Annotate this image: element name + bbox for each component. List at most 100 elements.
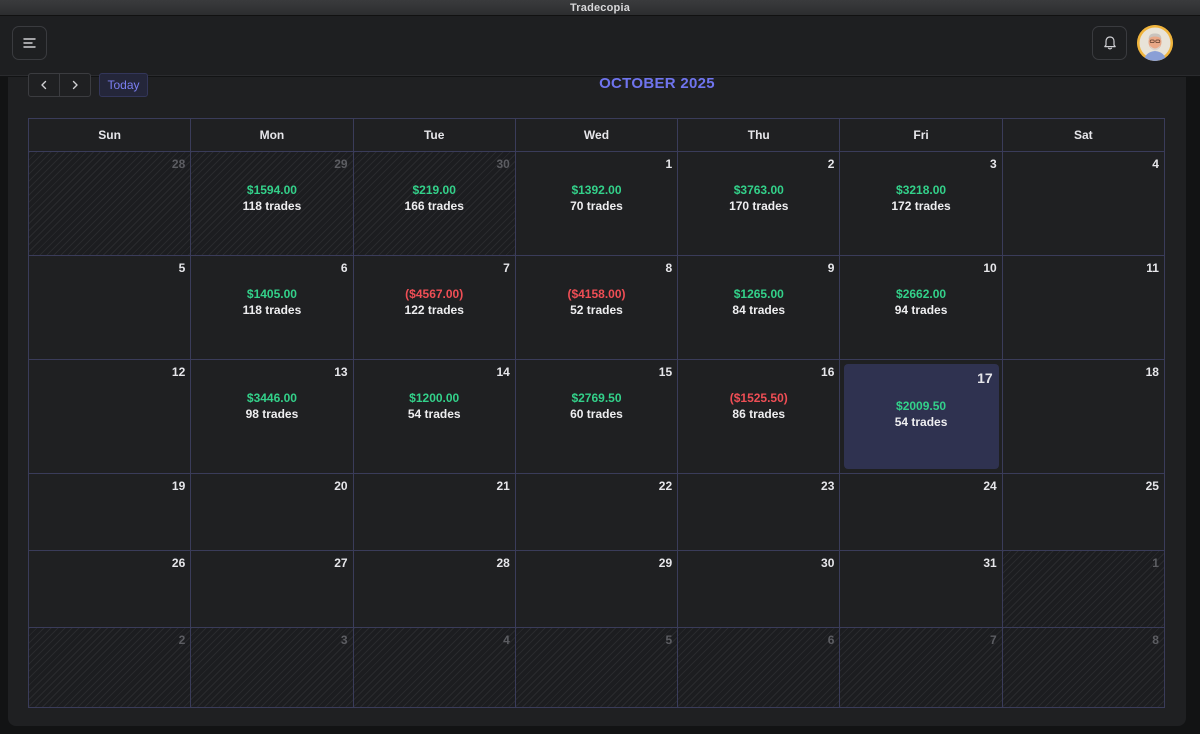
- day-number: 26: [171, 556, 186, 570]
- calendar-day[interactable]: 20: [190, 474, 353, 550]
- day-trade-count: 70 trades: [570, 199, 623, 213]
- calendar-week-row: 19 20 21 22 23 24 25: [29, 474, 1164, 551]
- day-trade-count: 84 trades: [732, 303, 786, 317]
- calendar-day[interactable]: 25: [1001, 474, 1164, 550]
- calendar-day-outside-month[interactable]: 4: [352, 628, 515, 707]
- month-title: OCTOBER 2025: [599, 75, 715, 92]
- day-number: 6: [340, 261, 348, 275]
- day-trade-count: 118 trades: [242, 199, 302, 213]
- day-trade-count: 54 trades: [407, 407, 461, 421]
- calendar-day[interactable]: 30: [677, 551, 840, 627]
- weekday-header-wed: Wed: [514, 119, 677, 151]
- calendar-day-outside-month[interactable]: 6: [677, 628, 840, 707]
- calendar-day[interactable]: 22: [514, 474, 678, 550]
- day-pnl: $3763.00: [733, 183, 784, 197]
- calendar-day[interactable]: 8 ($4158.00) 52 trades: [514, 256, 678, 359]
- day-number: 5: [178, 261, 186, 275]
- day-number: 31: [983, 556, 997, 570]
- today-button[interactable]: Today: [99, 73, 148, 97]
- day-number: 30: [496, 157, 510, 171]
- day-trade-count: 94 trades: [894, 303, 948, 317]
- calendar-day[interactable]: 5: [29, 256, 191, 359]
- calendar-day[interactable]: 15 $2769.50 60 trades: [514, 360, 678, 473]
- day-number: 3: [990, 157, 997, 171]
- day-number: 18: [1145, 365, 1159, 379]
- calendar-day-outside-month[interactable]: 3: [190, 628, 353, 707]
- calendar-day-outside-month[interactable]: 28: [29, 152, 191, 255]
- day-pnl: $1265.00: [733, 287, 784, 301]
- calendar-day[interactable]: 31: [839, 551, 1002, 627]
- calendar-week-row: 5 6 $1405.00 118 trades 7 ($4567.00) 122 trade…: [29, 256, 1164, 360]
- day-pnl: $2662.00: [896, 287, 947, 301]
- calendar-day[interactable]: 24: [839, 474, 1002, 550]
- user-avatar[interactable]: [1137, 25, 1173, 61]
- calendar-day[interactable]: 13 $3446.00 98 trades: [190, 360, 353, 473]
- calendar-day[interactable]: 12: [29, 360, 191, 473]
- avatar-illustration: [1137, 25, 1173, 61]
- calendar-day[interactable]: 6 $1405.00 118 trades: [190, 256, 353, 359]
- calendar-day[interactable]: 28: [352, 551, 515, 627]
- calendar-day[interactable]: 21: [352, 474, 515, 550]
- day-pnl: ($4567.00): [405, 287, 464, 301]
- day-pnl: $3218.00: [896, 183, 947, 197]
- day-number: 28: [171, 157, 186, 171]
- calendar-day-today[interactable]: 17 $2009.50 54 trades: [839, 360, 1002, 473]
- calendar-day-outside-month[interactable]: 30 $219.00 166 trades: [352, 152, 515, 255]
- calendar-grid: Sun Mon Tue Wed Thu Fri Sat 28 29 $1594.00 118 tr…: [28, 118, 1165, 708]
- day-number: 9: [827, 261, 835, 275]
- day-number: 27: [334, 556, 348, 570]
- day-number: 22: [658, 479, 673, 493]
- calendar-day[interactable]: 1 $1392.00 70 trades: [514, 152, 678, 255]
- day-number: 13: [334, 365, 348, 379]
- day-number: 3: [340, 633, 348, 647]
- day-pnl: $2769.50: [571, 391, 622, 405]
- calendar-weeks: 28 29 $1594.00 118 trades 30 $219.00 166 trade…: [29, 152, 1164, 707]
- day-pnl: $1405.00: [246, 287, 297, 301]
- calendar-day[interactable]: 10 $2662.00 94 trades: [839, 256, 1002, 359]
- day-pnl: $1392.00: [571, 183, 622, 197]
- calendar-day-outside-month[interactable]: 1: [1001, 551, 1164, 627]
- calendar-day[interactable]: 18: [1001, 360, 1164, 473]
- day-pnl: ($1525.50): [729, 391, 788, 405]
- calendar-day-outside-month[interactable]: 2: [29, 628, 191, 707]
- calendar-day-outside-month[interactable]: 8: [1001, 628, 1164, 707]
- day-trade-count: 172 trades: [891, 199, 951, 213]
- day-number: 23: [821, 479, 835, 493]
- calendar-day[interactable]: 29: [514, 551, 678, 627]
- calendar-week-row: 12 13 $3446.00 98 trades 14 $1200.00 54 trades…: [29, 360, 1164, 474]
- calendar-day[interactable]: 2 $3763.00 170 trades: [677, 152, 840, 255]
- day-trade-count: 54 trades: [894, 415, 948, 429]
- bell-icon: [1103, 36, 1116, 50]
- calendar-day[interactable]: 26: [29, 551, 191, 627]
- next-month-button[interactable]: [59, 74, 90, 96]
- calendar-day[interactable]: 19: [29, 474, 191, 550]
- day-number: 21: [496, 479, 510, 493]
- day-number: 2: [178, 633, 186, 647]
- calendar-panel: Today OCTOBER 2025 Sun Mon Tue Wed Thu Fri Sat…: [8, 73, 1186, 726]
- calendar-day-outside-month[interactable]: 29 $1594.00 118 trades: [190, 152, 353, 255]
- notifications-button[interactable]: [1092, 26, 1127, 60]
- previous-month-button[interactable]: [29, 74, 59, 96]
- calendar-day[interactable]: 14 $1200.00 54 trades: [352, 360, 515, 473]
- calendar-day-outside-month[interactable]: 7: [839, 628, 1002, 707]
- day-trade-count: 166 trades: [404, 199, 464, 213]
- day-pnl: $2009.50: [896, 399, 947, 413]
- calendar-day[interactable]: 27: [190, 551, 353, 627]
- day-number: 6: [827, 633, 835, 647]
- menu-button[interactable]: [12, 26, 47, 60]
- day-number: 8: [665, 261, 673, 275]
- calendar-day[interactable]: 11: [1001, 256, 1164, 359]
- day-number: 29: [334, 157, 348, 171]
- weekday-header-mon: Mon: [190, 119, 352, 151]
- calendar-day[interactable]: 3 $3218.00 172 trades: [839, 152, 1002, 255]
- window-title: Tradecopia: [569, 1, 631, 14]
- calendar-day-outside-month[interactable]: 5: [514, 628, 678, 707]
- calendar-day[interactable]: 9 $1265.00 84 trades: [677, 256, 840, 359]
- calendar-day[interactable]: 23: [677, 474, 840, 550]
- calendar-day[interactable]: 16 ($1525.50) 86 trades: [677, 360, 840, 473]
- weekday-header-tue: Tue: [352, 119, 515, 151]
- chevron-right-icon: [73, 80, 78, 90]
- weekday-header-fri: Fri: [839, 119, 1001, 151]
- calendar-day[interactable]: 4: [1001, 152, 1164, 255]
- calendar-day[interactable]: 7 ($4567.00) 122 trades: [352, 256, 515, 359]
